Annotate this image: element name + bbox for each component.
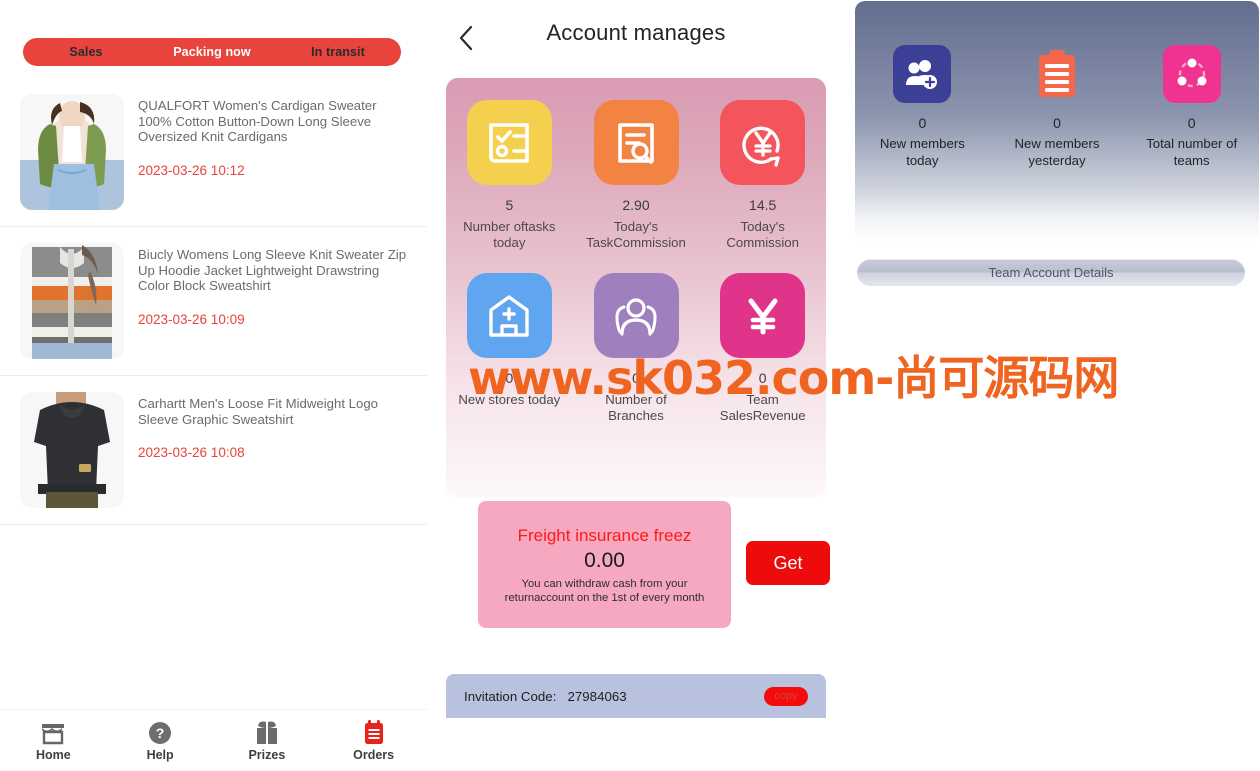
add-store-icon bbox=[466, 273, 552, 358]
stat-todays-task-commission[interactable]: 2.90 Today's TaskCommission bbox=[573, 100, 700, 251]
stat-todays-commission[interactable]: 14.5 Today's Commission bbox=[699, 100, 826, 251]
stat-value: 0 bbox=[632, 370, 640, 386]
product-thumbnail bbox=[20, 243, 124, 359]
yen-refund-icon bbox=[720, 100, 806, 185]
team-stat-new-members-yesterday[interactable]: 0 New members yesterday bbox=[990, 45, 1125, 169]
status-tab-in-transit[interactable]: In transit bbox=[275, 45, 401, 59]
nav-item-prizes[interactable]: Prizes bbox=[214, 719, 321, 762]
nav-item-orders[interactable]: Orders bbox=[320, 719, 427, 762]
team-network-icon bbox=[1162, 45, 1221, 103]
product-list: QUALFORT Women's Cardigan Sweater 100% C… bbox=[0, 78, 427, 525]
yen-icon bbox=[720, 273, 806, 358]
gift-icon bbox=[254, 719, 280, 745]
stats-row-2: 0 New stores today 0 Number of Branches bbox=[446, 273, 826, 424]
color-block-hoodie-photo bbox=[20, 243, 124, 359]
team-stat-value: 0 bbox=[1053, 115, 1061, 131]
order-status-tabs[interactable]: Sales Packing now In transit bbox=[23, 38, 401, 66]
product-title: QUALFORT Women's Cardigan Sweater 100% C… bbox=[138, 98, 377, 144]
stat-label: New stores today bbox=[458, 392, 561, 407]
stat-label: Today's Commission bbox=[726, 219, 799, 250]
nav-label: Prizes bbox=[248, 748, 286, 762]
stat-label: Team SalesRevenue bbox=[719, 392, 806, 423]
question-icon: ? bbox=[148, 719, 172, 745]
clipboard-icon bbox=[362, 719, 386, 745]
stats-row-1: 5 Number oftasks today 2.90 Today's Task… bbox=[446, 100, 826, 251]
checklist-icon bbox=[466, 100, 552, 185]
list-item[interactable]: QUALFORT Women's Cardigan Sweater 100% C… bbox=[0, 78, 427, 227]
freight-insurance-section: Freight insurance freez 0.00 You can wit… bbox=[446, 500, 830, 630]
product-info: Carhartt Men's Loose Fit Midweight Logo … bbox=[138, 392, 413, 460]
account-stats-card: 5 Number oftasks today 2.90 Today's Task… bbox=[446, 78, 826, 498]
team-stat-label: New members today bbox=[879, 136, 965, 168]
account-manages-panel: Account manages 5 Number oftasks today 2… bbox=[427, 0, 845, 771]
nav-label: Orders bbox=[353, 748, 395, 762]
team-stat-new-members-today[interactable]: 0 New members today bbox=[855, 45, 990, 169]
product-thumbnail bbox=[20, 392, 124, 508]
list-item[interactable]: Carhartt Men's Loose Fit Midweight Logo … bbox=[0, 376, 427, 525]
stat-number-of-branches[interactable]: 0 Number of Branches bbox=[573, 273, 700, 424]
invitation-code-text: Invitation Code: 27984063 bbox=[464, 689, 764, 704]
stat-label: Number oftasks today bbox=[463, 219, 556, 250]
team-stat-total-teams[interactable]: 0 Total number of teams bbox=[1124, 45, 1259, 169]
stat-label: Number of Branches bbox=[605, 392, 667, 423]
stat-number-of-tasks-today[interactable]: 5 Number oftasks today bbox=[446, 100, 573, 251]
svg-text:?: ? bbox=[156, 725, 165, 741]
team-stats-card: 0 New members today 0 New members yester… bbox=[855, 1, 1259, 241]
get-button[interactable]: Get bbox=[746, 541, 830, 585]
app-screenshot: Sales Packing now In transit QUALFORT Wo… bbox=[0, 0, 1260, 771]
green-cardigan-photo bbox=[20, 94, 124, 210]
product-info: Biucly Womens Long Sleeve Knit Sweater Z… bbox=[138, 243, 413, 327]
team-stats-grid: 0 New members today 0 New members yester… bbox=[855, 45, 1259, 169]
freight-insurance-box: Freight insurance freez 0.00 You can wit… bbox=[478, 501, 731, 628]
team-stat-value: 0 bbox=[918, 115, 927, 131]
page-header: Account manages bbox=[427, 14, 845, 64]
group-users-icon bbox=[593, 273, 679, 358]
product-info: QUALFORT Women's Cardigan Sweater 100% C… bbox=[138, 94, 413, 178]
nav-label: Home bbox=[36, 748, 71, 762]
list-item[interactable]: Biucly Womens Long Sleeve Knit Sweater Z… bbox=[0, 227, 427, 376]
nav-item-help[interactable]: ? Help bbox=[107, 719, 214, 762]
product-title: Carhartt Men's Loose Fit Midweight Logo … bbox=[138, 396, 379, 427]
stat-value: 0 bbox=[758, 370, 767, 386]
stat-value: 14.5 bbox=[749, 197, 777, 213]
stat-new-stores-today[interactable]: 0 New stores today bbox=[446, 273, 573, 424]
clipboard-icon bbox=[1028, 45, 1086, 103]
product-date: 2023-03-26 10:08 bbox=[138, 445, 245, 460]
team-panel: 0 New members today 0 New members yester… bbox=[845, 0, 1260, 771]
stat-value: 0 bbox=[505, 370, 514, 386]
freight-title: Freight insurance freez bbox=[517, 525, 692, 545]
invitation-code-label: Invitation Code: bbox=[464, 688, 557, 704]
team-stat-value: 0 bbox=[1187, 115, 1196, 131]
stat-label: Today's TaskCommission bbox=[586, 219, 686, 250]
nav-item-home[interactable]: Home bbox=[0, 719, 107, 762]
stats-grid: 5 Number oftasks today 2.90 Today's Task… bbox=[446, 100, 826, 424]
team-stat-label: New members yesterday bbox=[1014, 136, 1100, 168]
copy-button[interactable]: copy bbox=[764, 686, 808, 706]
team-stat-label: Total number of teams bbox=[1146, 136, 1238, 168]
freight-amount: 0.00 bbox=[584, 548, 625, 572]
page-title: Account manages bbox=[546, 20, 726, 45]
product-date: 2023-03-26 10:12 bbox=[138, 162, 245, 178]
invitation-code-value: 27984063 bbox=[567, 688, 627, 704]
team-account-details-button[interactable]: Team Account Details bbox=[857, 259, 1245, 286]
freight-note: You can withdraw cash from your returnac… bbox=[504, 577, 705, 604]
nav-label: Help bbox=[146, 748, 174, 762]
product-date: 2023-03-26 10:09 bbox=[138, 311, 245, 327]
black-sweatshirt-photo bbox=[20, 392, 124, 508]
store-icon bbox=[40, 719, 66, 745]
bottom-nav-left[interactable]: Home ? Help Prizes Orders bbox=[0, 709, 427, 771]
invitation-code-bar: Invitation Code: 27984063 copy bbox=[446, 674, 826, 718]
document-search-icon bbox=[593, 100, 679, 185]
stat-team-sales-revenue[interactable]: 0 Team SalesRevenue bbox=[699, 273, 826, 424]
product-thumbnail bbox=[20, 94, 124, 210]
status-tab-packing-now[interactable]: Packing now bbox=[149, 45, 275, 59]
stat-value: 2.90 bbox=[622, 197, 650, 213]
status-tab-sales[interactable]: Sales bbox=[23, 45, 149, 59]
product-title: Biucly Womens Long Sleeve Knit Sweater Z… bbox=[138, 247, 407, 293]
add-member-icon bbox=[893, 45, 952, 103]
stat-value: 5 bbox=[505, 197, 514, 213]
orders-panel: Sales Packing now In transit QUALFORT Wo… bbox=[0, 0, 427, 771]
